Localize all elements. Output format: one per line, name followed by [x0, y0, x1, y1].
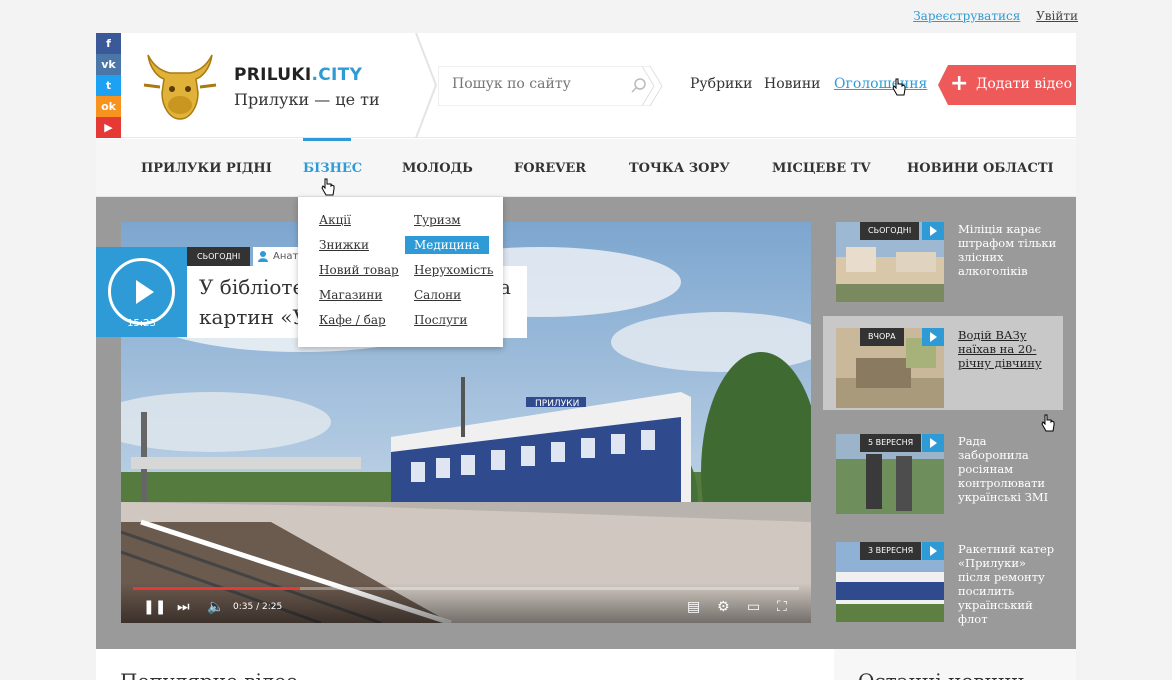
register-link[interactable]: Зареєструватися [913, 9, 1020, 23]
search-input[interactable] [452, 76, 622, 92]
subtitles-icon[interactable]: ▤ [687, 599, 700, 615]
social-rail: f vk t ok ▶ [96, 33, 121, 138]
featured-play-button[interactable]: 15:23 [96, 247, 187, 337]
active-nav-indicator [303, 138, 351, 141]
business-dropdown: Акції Знижки Новий товар Магазини Кафе /… [298, 197, 503, 347]
dropdown-item-selected[interactable]: Медицина [405, 236, 489, 254]
arrow-right-icon [922, 542, 944, 560]
next-icon[interactable]: ⏭ [177, 599, 190, 615]
fullscreen-icon[interactable]: ⛶ [777, 599, 787, 615]
login-link[interactable]: Увійти [1036, 9, 1078, 23]
popular-video-section: Популярне відео [96, 649, 834, 680]
popular-video-heading: Популярне відео [120, 669, 298, 680]
facebook-icon[interactable]: f [96, 33, 121, 54]
dropdown-item[interactable]: Послуги [414, 313, 467, 327]
nav-ads[interactable]: Оголошення [834, 76, 927, 92]
volume-icon[interactable]: 🔈 [207, 599, 224, 615]
arrow-right-icon [922, 434, 944, 452]
search-box[interactable] [438, 66, 664, 106]
youtube-icon[interactable]: ▶ [96, 117, 121, 138]
vk-icon[interactable]: vk [96, 54, 121, 75]
nav-region-news[interactable]: НОВИНИ ОБЛАСТІ [907, 161, 1054, 176]
plus-icon: + [950, 71, 969, 96]
twitter-icon[interactable]: t [96, 75, 121, 96]
hand-cursor-icon [1041, 414, 1055, 432]
add-video-button[interactable]: + Додати відео [938, 65, 1076, 105]
dropdown-item[interactable]: Новий товар [319, 263, 399, 277]
video-progress-bar[interactable] [133, 587, 799, 590]
arrow-right-icon [922, 222, 944, 240]
video-controls: ❚❚ ⏭ 🔈 0:35 / 2:25 ▤ ⚙ ▭ ⛶ [121, 583, 811, 623]
hero-section: ПРИЛУКИ ❚❚ ⏭ 🔈 0:35 / 2:25 ▤ ⚙ ▭ ⛶ 15:23… [96, 197, 1076, 649]
nav-forever[interactable]: FOREVER [514, 161, 586, 176]
player-time: 0:35 / 2:25 [233, 602, 283, 612]
page: f vk t ok ▶ PRILUKI.CITY Прилуки — це ти… [96, 33, 1076, 680]
brand-name[interactable]: PRILUKI.CITY [234, 65, 362, 85]
news-item[interactable]: СЬОГОДНІ Міліція карає штрафом тільки зл… [836, 222, 1061, 316]
pause-icon[interactable]: ❚❚ [143, 599, 166, 615]
dropdown-item[interactable]: Магазини [319, 288, 382, 302]
news-title[interactable]: Ракетний катер «Прилуки» після ремонту п… [958, 542, 1058, 626]
station-sign: ПРИЛУКИ [535, 399, 579, 409]
nav-priluky-ridni[interactable]: ПРИЛУКИ РІДНІ [141, 161, 272, 176]
nav-youth[interactable]: МОЛОДЬ [402, 161, 473, 176]
dropdown-item[interactable]: Туризм [414, 213, 461, 227]
theater-icon[interactable]: ▭ [747, 599, 760, 615]
featured-date-tag: СЬОГОДНІ [187, 247, 251, 266]
auth-links: Зареєструватися Увійти [913, 9, 1078, 23]
featured-author: Анат [253, 247, 305, 266]
featured-duration: 15:23 [127, 318, 156, 329]
settings-icon[interactable]: ⚙ [717, 599, 730, 615]
latest-news-heading: Останні новини [858, 669, 1025, 680]
play-icon [136, 280, 154, 304]
dropdown-item[interactable]: Кафе / бар [319, 313, 386, 327]
user-icon [258, 251, 268, 262]
hand-cursor-icon [892, 78, 906, 96]
dropdown-item[interactable]: Салони [414, 288, 461, 302]
odnoklassniki-icon[interactable]: ok [96, 96, 121, 117]
nav-rubrics[interactable]: Рубрики [690, 76, 752, 92]
search-icon[interactable] [630, 77, 648, 95]
dropdown-item[interactable]: Знижки [319, 238, 369, 252]
news-title[interactable]: Рада заборонила росіянам контролювати ук… [958, 434, 1058, 504]
latest-news-section: Останні новини [834, 649, 1076, 680]
main-nav: ПРИЛУКИ РІДНІ БІЗНЕС МОЛОДЬ FOREVER ТОЧК… [96, 138, 1076, 197]
nav-business[interactable]: БІЗНЕС [303, 161, 362, 176]
arrow-right-icon [922, 328, 944, 346]
nav-local-tv[interactable]: МІСЦЕВЕ TV [772, 161, 870, 176]
news-item[interactable]: 5 ВЕРЕСНЯ Рада заборонила росіянам контр… [836, 434, 1061, 528]
nav-news[interactable]: Новини [764, 76, 821, 92]
tagline: Прилуки — це ти [234, 90, 380, 109]
dropdown-item[interactable]: Акції [319, 213, 351, 227]
hand-cursor-icon [321, 178, 335, 196]
news-item-hovered[interactable]: ВЧОРА Водій ВАЗу наїхав на 20-річну дівч… [823, 316, 1063, 410]
site-header: f vk t ok ▶ PRILUKI.CITY Прилуки — це ти… [96, 33, 1076, 138]
news-item[interactable]: 3 ВЕРЕСНЯ Ракетний катер «Прилуки» після… [836, 542, 1061, 636]
nav-viewpoint[interactable]: ТОЧКА ЗОРУ [629, 161, 730, 176]
bull-logo-icon[interactable] [140, 45, 220, 125]
dropdown-item[interactable]: Нерухомість [414, 263, 493, 277]
news-title[interactable]: Міліція карає штрафом тільки злісних алк… [958, 222, 1058, 278]
news-title[interactable]: Водій ВАЗу наїхав на 20-річну дівчину [958, 328, 1058, 370]
